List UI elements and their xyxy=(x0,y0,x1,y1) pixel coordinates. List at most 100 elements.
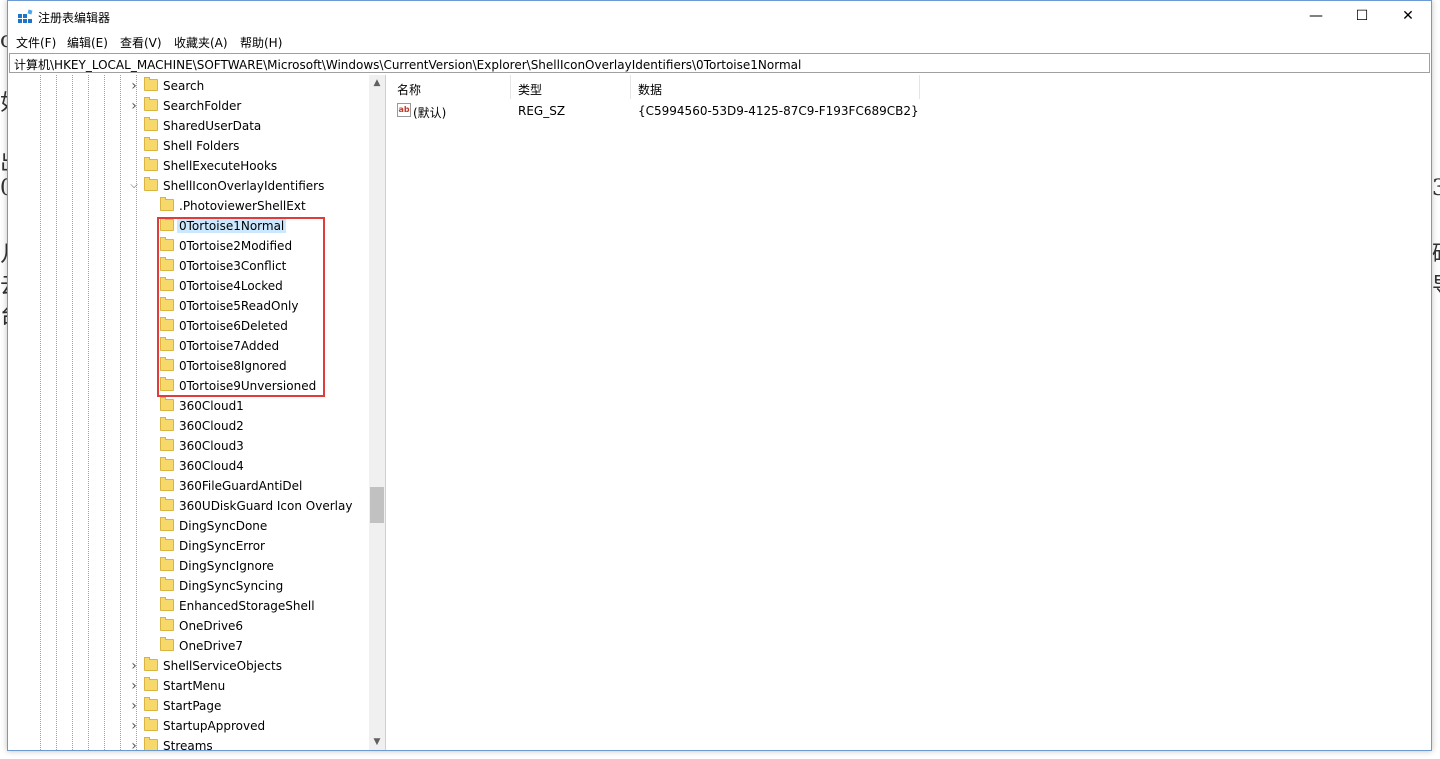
folder-icon xyxy=(160,457,174,471)
tree-item-label: 360Cloud2 xyxy=(179,419,244,433)
tree-item[interactable]: 0Tortoise1Normal xyxy=(9,216,369,236)
scroll-down-icon[interactable]: ▼ xyxy=(369,734,385,750)
tree-item[interactable]: 0Tortoise3Conflict xyxy=(9,256,369,276)
folder-icon xyxy=(160,237,174,251)
scroll-up-icon[interactable]: ▲ xyxy=(369,75,385,91)
scroll-thumb[interactable] xyxy=(370,487,384,523)
tree-item-label: 360UDiskGuard Icon Overlay xyxy=(179,499,353,513)
menu-view[interactable]: 查看(V) xyxy=(120,34,162,51)
tree-item[interactable]: OneDrive6 xyxy=(9,616,369,636)
tree-item[interactable]: › ShellServiceObjects xyxy=(9,656,369,676)
values-list-pane[interactable]: 名称 类型 数据 ab (默认) REG_SZ {C5994560-53D9-4… xyxy=(390,75,1430,750)
tree-item[interactable]: › StartMenu xyxy=(9,676,369,696)
registry-editor-window: 注册表编辑器 — ☐ ✕ 文件(F) 编辑(E) 查看(V) 收藏夹(A) 帮助… xyxy=(7,0,1432,751)
value-row[interactable]: ab (默认) REG_SZ {C5994560-53D9-4125-87C9-… xyxy=(390,101,1430,121)
tree-item[interactable]: 360Cloud2 xyxy=(9,416,369,436)
chevron-right-icon[interactable]: › xyxy=(129,659,139,673)
tree-item[interactable]: › SearchFolder xyxy=(9,96,369,116)
value-type: REG_SZ xyxy=(518,104,566,118)
tree-item[interactable]: SharedUserData xyxy=(9,116,369,136)
folder-icon xyxy=(160,517,174,531)
tree-scrollbar[interactable]: ▲ ▼ xyxy=(369,75,385,750)
tree-item-label: Streams xyxy=(163,739,213,750)
tree-item[interactable]: › StartupApproved xyxy=(9,716,369,736)
chevron-right-icon[interactable]: › xyxy=(129,99,139,113)
folder-icon xyxy=(160,217,174,231)
tree-item[interactable]: 0Tortoise2Modified xyxy=(9,236,369,256)
title-bar[interactable]: 注册表编辑器 — ☐ ✕ xyxy=(8,1,1431,32)
folder-icon xyxy=(160,277,174,291)
column-header-type[interactable]: 类型 xyxy=(511,75,631,99)
folder-icon xyxy=(144,717,158,731)
tree-item-label: Search xyxy=(163,79,205,93)
chevron-right-icon[interactable]: › xyxy=(129,739,139,750)
tree-item[interactable]: 360Cloud4 xyxy=(9,456,369,476)
minimize-button[interactable]: — xyxy=(1293,1,1339,31)
folder-icon xyxy=(160,537,174,551)
column-header-name[interactable]: 名称 xyxy=(390,75,511,99)
key-tree-pane[interactable]: › Search › SearchFolder SharedUserData Shell … xyxy=(9,75,386,750)
tree-item[interactable]: DingSyncError xyxy=(9,536,369,556)
tree-item[interactable]: DingSyncIgnore xyxy=(9,556,369,576)
tree-item[interactable]: 0Tortoise8Ignored xyxy=(9,356,369,376)
tree-item[interactable]: DingSyncSyncing xyxy=(9,576,369,596)
tree-item[interactable]: › Search xyxy=(9,76,369,96)
tree-item-label: 360Cloud3 xyxy=(179,439,244,453)
folder-icon xyxy=(144,117,158,131)
folder-icon xyxy=(144,77,158,91)
column-header-data[interactable]: 数据 xyxy=(631,75,920,99)
tree-item-label: StartPage xyxy=(163,699,222,713)
tree-item[interactable]: 0Tortoise9Unversioned xyxy=(9,376,369,396)
tree-item-label: DingSyncError xyxy=(179,539,265,553)
tree-item[interactable]: 360UDiskGuard Icon Overlay xyxy=(9,496,369,516)
chevron-right-icon[interactable]: › xyxy=(129,679,139,693)
address-path: 计算机\HKEY_LOCAL_MACHINE\SOFTWARE\Microsof… xyxy=(14,58,802,72)
folder-icon xyxy=(160,437,174,451)
tree-item[interactable]: › StartPage xyxy=(9,696,369,716)
chevron-right-icon[interactable]: › xyxy=(129,699,139,713)
tree-item-label: ShellServiceObjects xyxy=(163,659,282,673)
tree-item-label: StartupApproved xyxy=(163,719,266,733)
folder-icon xyxy=(144,697,158,711)
tree-item-label: SharedUserData xyxy=(163,119,262,133)
folder-icon xyxy=(144,737,158,750)
tree-item[interactable]: 360Cloud1 xyxy=(9,396,369,416)
tree-item-label: ShellIconOverlayIdentifiers xyxy=(163,179,325,193)
tree-item[interactable]: 360FileGuardAntiDel xyxy=(9,476,369,496)
folder-icon xyxy=(160,377,174,391)
tree-item[interactable]: 0Tortoise5ReadOnly xyxy=(9,296,369,316)
address-bar[interactable]: 计算机\HKEY_LOCAL_MACHINE\SOFTWARE\Microsof… xyxy=(9,53,1430,73)
folder-icon xyxy=(144,177,158,191)
tree-item[interactable]: › Streams xyxy=(9,736,369,750)
folder-icon xyxy=(144,657,158,671)
tree-item[interactable]: 0Tortoise4Locked xyxy=(9,276,369,296)
tree-item[interactable]: .PhotoviewerShellExt xyxy=(9,196,369,216)
tree-item[interactable]: EnhancedStorageShell xyxy=(9,596,369,616)
tree-item-label: DingSyncIgnore xyxy=(179,559,274,573)
folder-icon xyxy=(160,317,174,331)
tree-item[interactable]: 0Tortoise6Deleted xyxy=(9,316,369,336)
tree-item[interactable]: ⌵ ShellIconOverlayIdentifiers xyxy=(9,176,369,196)
tree-item[interactable]: OneDrive7 xyxy=(9,636,369,656)
tree-item-label: 0Tortoise3Conflict xyxy=(179,259,287,273)
tree-item[interactable]: 0Tortoise7Added xyxy=(9,336,369,356)
tree-item[interactable]: Shell Folders xyxy=(9,136,369,156)
tree-item-label: 360Cloud1 xyxy=(179,399,244,413)
tree-item-label: 0Tortoise9Unversioned xyxy=(179,379,317,393)
menu-help[interactable]: 帮助(H) xyxy=(240,34,282,51)
background-fragment: 导 xyxy=(1432,268,1440,300)
menu-favorites[interactable]: 收藏夹(A) xyxy=(174,34,228,51)
chevron-right-icon[interactable]: › xyxy=(129,719,139,733)
maximize-button[interactable]: ☐ xyxy=(1339,1,1385,31)
chevron-down-icon[interactable]: ⌵ xyxy=(129,181,139,191)
chevron-right-icon[interactable]: › xyxy=(129,79,139,93)
tree-item[interactable]: 360Cloud3 xyxy=(9,436,369,456)
menu-file[interactable]: 文件(F) xyxy=(16,34,56,51)
folder-icon xyxy=(160,577,174,591)
tree-item[interactable]: DingSyncDone xyxy=(9,516,369,536)
tree-item[interactable]: ShellExecuteHooks xyxy=(9,156,369,176)
menu-edit[interactable]: 编辑(E) xyxy=(67,34,108,51)
close-button[interactable]: ✕ xyxy=(1385,1,1431,31)
folder-icon xyxy=(160,637,174,651)
background-fragment: 3 xyxy=(1432,176,1440,201)
